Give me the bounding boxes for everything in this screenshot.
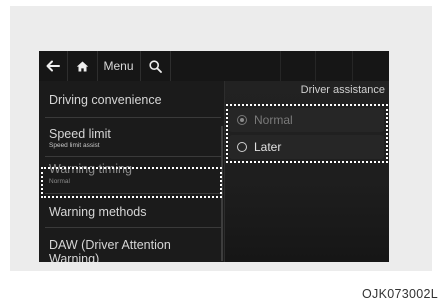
menu-item-daw[interactable]: DAW (Driver Attention Warning) — [39, 230, 224, 262]
menu-item-label: DAW (Driver Attention Warning) — [49, 238, 171, 262]
menu-item-label: Warning methods — [49, 205, 147, 219]
top-bar-slot — [315, 51, 353, 81]
home-button[interactable] — [67, 51, 98, 81]
divider — [45, 156, 221, 157]
menu-item-speed-limit[interactable]: Speed limit Speed limit assist — [39, 119, 224, 155]
panel-title: Driver assistance — [300, 84, 385, 96]
search-button[interactable] — [140, 51, 171, 81]
top-bar-empty-area — [170, 51, 389, 81]
arrow-left-icon — [46, 60, 60, 72]
top-bar-slot — [280, 51, 316, 81]
menu-button[interactable]: Menu — [97, 51, 141, 81]
menu-label: Menu — [103, 59, 134, 73]
divider — [45, 227, 221, 228]
menu-item-warning-methods[interactable]: Warning methods — [39, 196, 224, 224]
home-icon — [76, 61, 88, 71]
infotainment-screen: Menu Driving convenience Speed limit Spe… — [39, 51, 389, 262]
search-icon — [148, 59, 162, 73]
highlight-options — [226, 104, 388, 163]
divider — [45, 117, 221, 118]
menu-item-label: Driving convenience — [49, 93, 162, 107]
top-bar-slot — [352, 51, 389, 81]
menu-item-label: Speed limit — [49, 127, 111, 141]
menu-item-sublabel: Speed limit assist — [49, 142, 100, 149]
back-button[interactable] — [39, 51, 68, 81]
menu-item-driving-convenience[interactable]: Driving convenience — [39, 89, 224, 113]
top-bar: Menu — [39, 51, 389, 81]
figure-code: OJK073002L — [362, 287, 438, 301]
highlight-warning-timing — [41, 167, 222, 198]
